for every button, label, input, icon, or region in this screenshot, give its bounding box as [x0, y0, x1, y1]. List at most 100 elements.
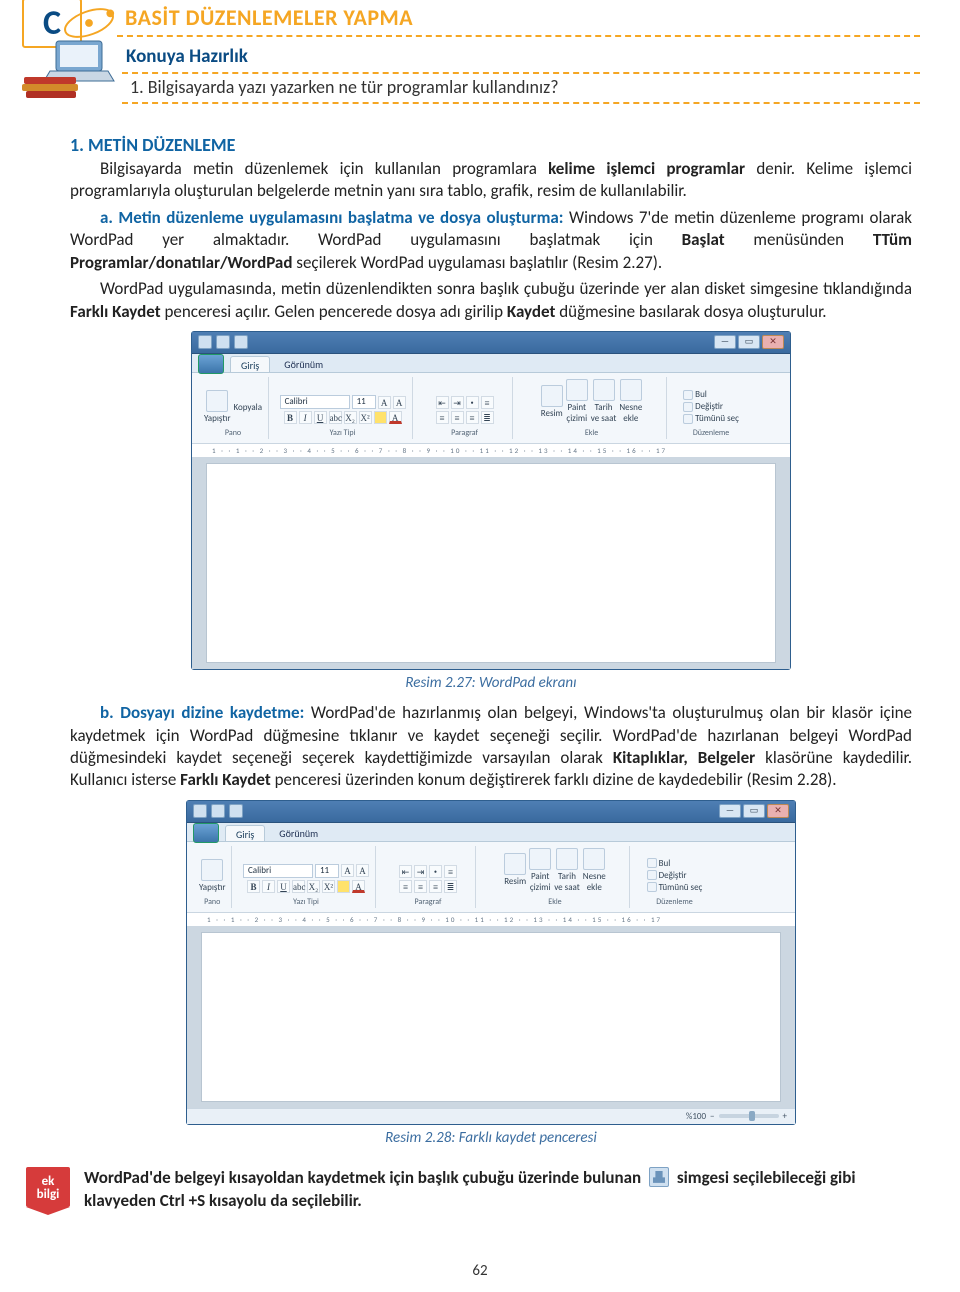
replace-icon[interactable] [647, 870, 657, 880]
underline-button[interactable]: U [314, 411, 327, 424]
redo-icon[interactable] [229, 804, 243, 818]
redo-icon[interactable] [234, 335, 248, 349]
wordpad-window-2: — ▭ ✕ Giriş Görünüm Yapıştır Pano [186, 800, 796, 1125]
close-button[interactable]: ✕ [762, 335, 784, 349]
insert-paint-icon[interactable] [529, 848, 551, 870]
align-center-icon[interactable]: ≡ [414, 880, 427, 893]
dashed-rule [122, 102, 920, 104]
minimize-button[interactable]: — [719, 804, 741, 818]
decrease-indent-icon[interactable]: ⇤ [399, 865, 412, 878]
ribbon-group-font: Calibri 11 A A B I U abc X₂ X² A [273, 377, 413, 439]
italic-button[interactable]: I [299, 411, 312, 424]
select-all-icon[interactable] [647, 882, 657, 892]
paste-icon[interactable] [206, 390, 228, 412]
preparation-block: Konuya Hazırlık 1. Bilgisayarda yazı yaz… [60, 45, 920, 104]
shrink-font-icon[interactable]: A [393, 396, 406, 409]
align-justify-icon[interactable]: ≣ [444, 880, 457, 893]
paragraph-save: WordPad uygulamasında, metin düzenlendik… [70, 278, 912, 323]
align-right-icon[interactable]: ≡ [466, 411, 479, 424]
subscript-button[interactable]: X₂ [344, 411, 357, 424]
wp-tabs: Giriş Görünüm [187, 823, 795, 841]
increase-indent-icon[interactable]: ⇥ [451, 396, 464, 409]
undo-icon[interactable] [216, 335, 230, 349]
font-name-select[interactable]: Calibri [243, 864, 313, 878]
dashed-rule [117, 35, 920, 37]
wp-document-page[interactable] [206, 463, 776, 663]
wordpad-window: — ▭ ✕ Giriş Görünüm Yapıştır Kopyala [191, 331, 791, 670]
line-spacing-icon[interactable]: ≡ [481, 396, 494, 409]
insert-object-icon[interactable] [620, 379, 642, 401]
replace-icon[interactable] [683, 402, 693, 412]
align-center-icon[interactable]: ≡ [451, 411, 464, 424]
superscript-button[interactable]: X² [322, 880, 335, 893]
zoom-out-button[interactable]: − [710, 1111, 714, 1122]
grow-font-icon[interactable]: A [378, 396, 391, 409]
tab-gorunum[interactable]: Görünüm [274, 356, 333, 372]
font-color-icon[interactable]: A [389, 411, 402, 424]
insert-object-icon[interactable] [583, 848, 605, 870]
page-number: 62 [0, 1262, 960, 1280]
align-left-icon[interactable]: ≡ [399, 880, 412, 893]
wordpad-app-button[interactable] [193, 823, 219, 843]
font-color-icon[interactable]: A [352, 880, 365, 893]
subscript-button[interactable]: X₂ [307, 880, 320, 893]
paste-icon[interactable] [201, 859, 223, 881]
find-icon[interactable] [647, 858, 657, 868]
section-letter: C [43, 3, 61, 44]
select-all-icon[interactable] [683, 414, 693, 424]
line-spacing-icon[interactable]: ≡ [444, 865, 457, 878]
shrink-font-icon[interactable]: A [356, 864, 369, 877]
highlight-icon[interactable] [337, 880, 350, 893]
grow-font-icon[interactable]: A [341, 864, 354, 877]
font-size-select[interactable]: 11 [315, 864, 339, 878]
insert-paint-icon[interactable] [566, 379, 588, 401]
laptop-books-icon [22, 39, 116, 101]
minimize-button[interactable]: — [714, 335, 736, 349]
wp-quick-access [193, 804, 243, 818]
copy-label[interactable]: Kopyala [233, 402, 262, 413]
save-icon[interactable] [193, 804, 207, 818]
figure-wordpad-screen: — ▭ ✕ Giriş Görünüm Yapıştır Kopyala [191, 331, 791, 670]
bold-button[interactable]: B [247, 880, 260, 893]
strike-button[interactable]: abc [292, 880, 305, 893]
zoom-slider[interactable] [719, 1114, 779, 1118]
save-icon[interactable] [198, 335, 212, 349]
highlight-icon[interactable] [374, 411, 387, 424]
undo-icon[interactable] [211, 804, 225, 818]
paragraph-b: b. Dosyayı dizine kaydetme: WordPad'de h… [70, 702, 912, 792]
wp-titlebar: — ▭ ✕ [192, 332, 790, 354]
insert-image-icon[interactable] [541, 385, 563, 407]
strike-button[interactable]: abc [329, 411, 342, 424]
align-justify-icon[interactable]: ≣ [481, 411, 494, 424]
bullets-icon[interactable]: • [466, 396, 479, 409]
insert-datetime-icon[interactable] [593, 379, 615, 401]
align-left-icon[interactable]: ≡ [436, 411, 449, 424]
tab-giris[interactable]: Giriş [225, 825, 265, 841]
bullets-icon[interactable]: • [429, 865, 442, 878]
font-name-select[interactable]: Calibri [280, 395, 350, 409]
close-button[interactable]: ✕ [767, 804, 789, 818]
increase-indent-icon[interactable]: ⇥ [414, 865, 427, 878]
decrease-indent-icon[interactable]: ⇤ [436, 396, 449, 409]
maximize-button[interactable]: ▭ [738, 335, 760, 349]
wp-window-controls: — ▭ ✕ [719, 804, 789, 818]
zoom-in-button[interactable]: + [783, 1111, 787, 1122]
underline-button[interactable]: U [277, 880, 290, 893]
superscript-button[interactable]: X² [359, 411, 372, 424]
ek-bilgi-badge: ek bilgi [26, 1167, 70, 1207]
wp-canvas [187, 926, 795, 1108]
italic-button[interactable]: I [262, 880, 275, 893]
wp-document-page[interactable] [201, 932, 781, 1102]
tab-giris[interactable]: Giriş [230, 356, 270, 372]
wp-canvas [192, 457, 790, 669]
insert-image-icon[interactable] [504, 853, 526, 875]
font-size-select[interactable]: 11 [352, 395, 376, 409]
align-right-icon[interactable]: ≡ [429, 880, 442, 893]
insert-datetime-icon[interactable] [556, 848, 578, 870]
find-icon[interactable] [683, 390, 693, 400]
maximize-button[interactable]: ▭ [743, 804, 765, 818]
bold-button[interactable]: B [284, 411, 297, 424]
ribbon-group-paragraph: ⇤ ⇥ • ≡ ≡ ≡ ≡ ≣ Paragraf [380, 846, 476, 908]
wordpad-app-button[interactable] [198, 354, 224, 374]
tab-gorunum[interactable]: Görünüm [269, 825, 328, 841]
